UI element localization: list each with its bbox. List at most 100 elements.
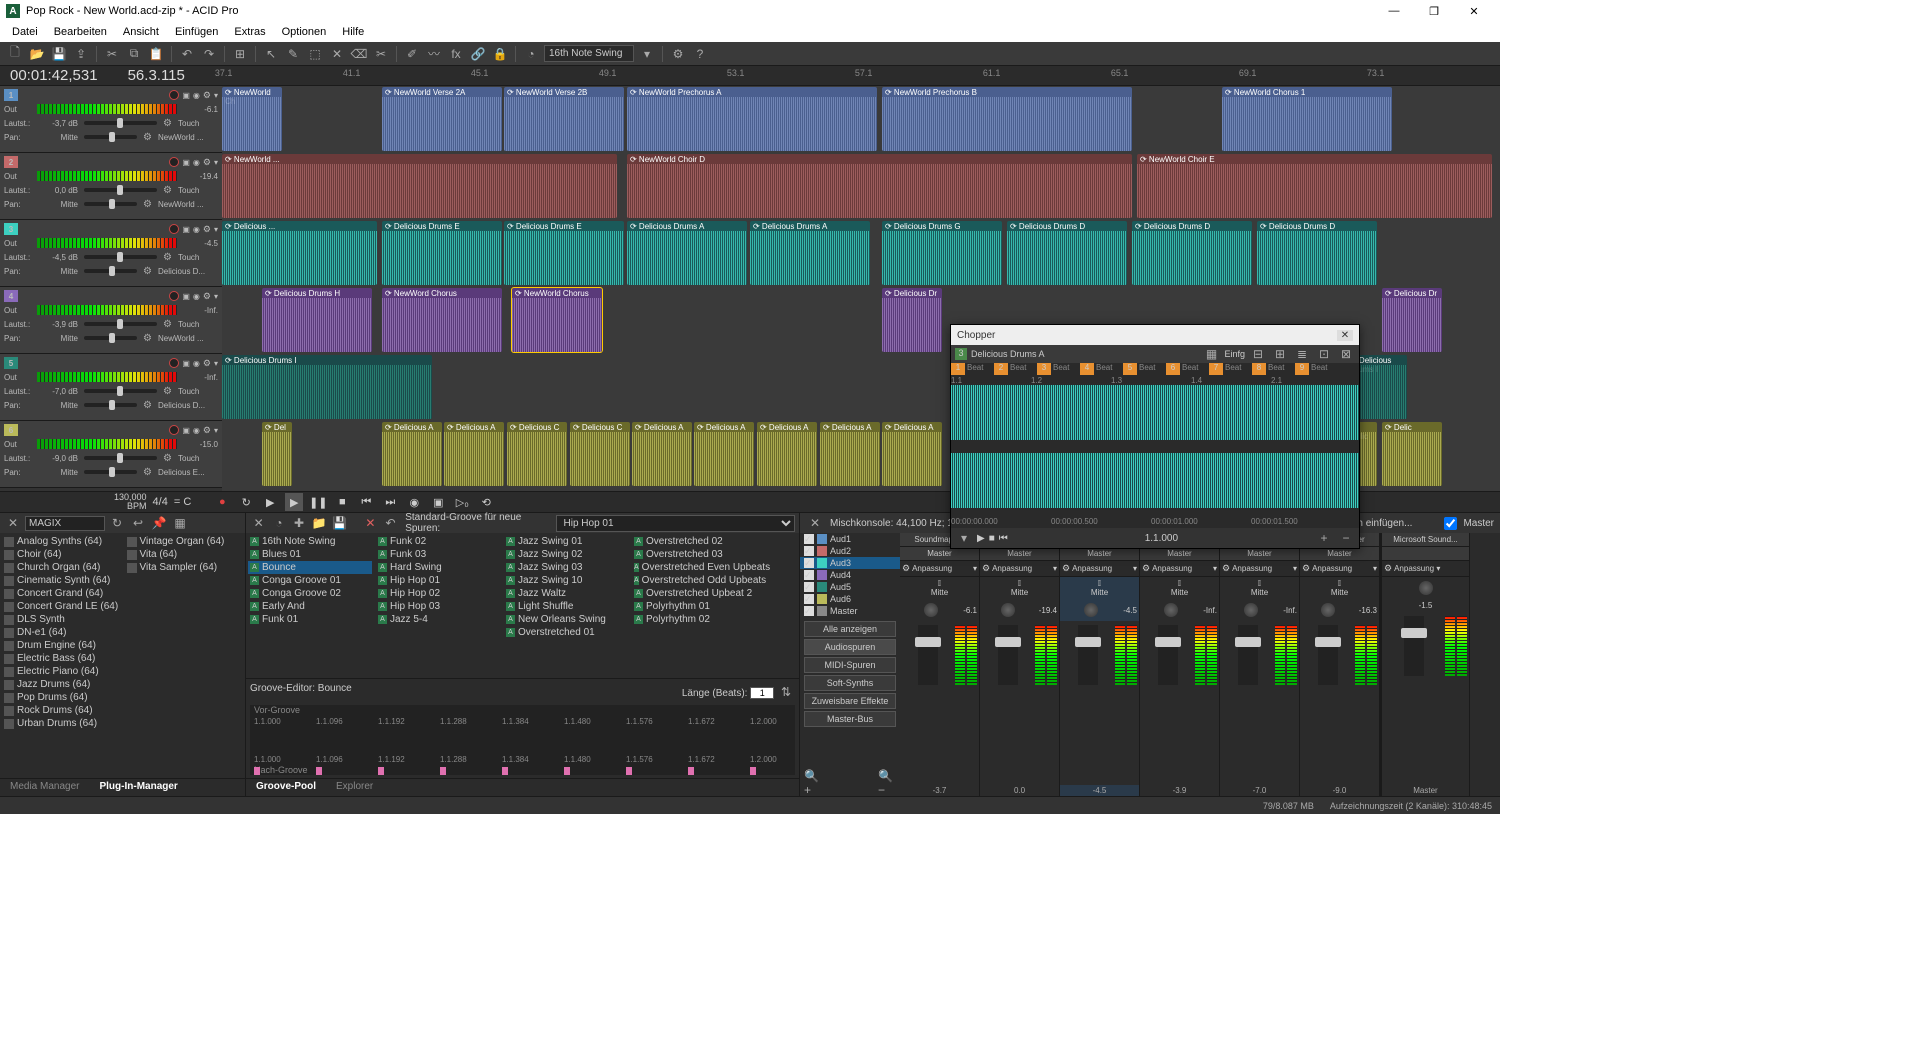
select-tool-icon[interactable]: ⬚ — [306, 45, 324, 63]
automation-mode[interactable]: Touch — [178, 387, 218, 396]
groove-item[interactable]: APolyrhythm 01 — [632, 600, 756, 613]
gear-icon[interactable]: ⚙ — [143, 132, 152, 143]
beat-marker[interactable]: 1 — [951, 363, 965, 375]
stop-record-button[interactable]: ▣ — [429, 493, 447, 511]
groove-icon[interactable]: ◔ — [270, 514, 287, 532]
automation-mode[interactable]: Touch — [178, 454, 218, 463]
close-button[interactable]: ✕ — [1454, 0, 1494, 22]
audio-clip[interactable]: ⟳ NewWorld Prechorus B — [882, 87, 1132, 151]
groove-item[interactable]: AFunk 03 — [376, 548, 500, 561]
close-panel-icon[interactable]: ✕ — [806, 514, 824, 532]
audio-clip[interactable]: ⟳ NewWorld Ch — [222, 87, 282, 151]
master-strip[interactable]: Microsoft Sound... ⚙Anpassung ▾ -1.5 Mas… — [1380, 533, 1470, 796]
stepper-icon[interactable]: ⇅ — [777, 683, 795, 701]
publish-icon[interactable]: ⇪ — [72, 45, 90, 63]
gear-icon[interactable]: ⚙ — [1302, 563, 1310, 574]
zoom-in-icon[interactable]: 🔍+ — [804, 774, 822, 792]
open-icon[interactable]: 📂 — [28, 45, 46, 63]
mixer-filter-button[interactable]: Zuweisbare Effekte — [804, 693, 896, 709]
gear-icon[interactable]: ⚙ — [203, 425, 211, 436]
audio-clip[interactable]: ⟳ Delicious Drums H — [262, 288, 372, 352]
menu-icon[interactable]: ▾ — [955, 529, 973, 547]
pin-icon[interactable]: 📌 — [150, 514, 168, 532]
undo-icon[interactable]: ↶ — [178, 45, 196, 63]
audio-clip[interactable]: ⟳ Delicious Drums I — [222, 355, 432, 419]
dropdown-icon[interactable]: ▾ — [214, 91, 218, 100]
gear-icon[interactable]: ⚙ — [143, 333, 152, 344]
pan-knob[interactable] — [1001, 603, 1015, 617]
audio-clip[interactable]: ⟳ NewWorld Prechorus A — [627, 87, 877, 151]
plugin-item[interactable]: Vita Sampler (64) — [125, 561, 244, 574]
panel-tab[interactable]: Groove-Pool — [246, 779, 326, 796]
record-arm-icon[interactable] — [169, 90, 179, 100]
audio-clip[interactable]: ⟳ Delicious Drums D — [1132, 221, 1252, 285]
delete-icon[interactable]: ✕ — [362, 514, 379, 532]
track-number[interactable]: 3 — [4, 223, 18, 235]
audio-clip[interactable]: ⟳ NewWorld Verse 2A — [382, 87, 502, 151]
mixer-track-item[interactable]: ✓Master — [800, 605, 900, 617]
bus-select[interactable]: Master — [980, 547, 1059, 561]
bus-select[interactable]: Master — [900, 547, 979, 561]
track-mute-icon[interactable]: ◉ — [193, 292, 200, 301]
record-arm-button[interactable]: ◉ — [405, 493, 423, 511]
audio-clip[interactable]: ⟳ Delicious Dr — [882, 288, 942, 352]
track-header-1[interactable]: 1 ▣ ◉ ⚙ ▾ Out-6.1 Lautst.:-3,7 dB⚙Touch … — [0, 86, 222, 153]
audio-clip[interactable]: ⟳ Delicious Drums E — [382, 221, 502, 285]
audio-clip[interactable]: ⟳ Delicious A — [882, 422, 942, 486]
groove-item[interactable]: AEarly And — [248, 600, 372, 613]
time-signature[interactable]: 4/4 — [153, 496, 168, 508]
checkbox-icon[interactable]: ✓ — [804, 546, 814, 556]
mixer-strip[interactable]: Soundmapper Master ⚙Anpassung ▾ 𝕀Mitte -… — [900, 533, 980, 796]
play-start-button[interactable]: ▶ — [261, 493, 279, 511]
mixer-track-item[interactable]: ✓Aud3 — [800, 557, 900, 569]
dropdown-icon[interactable]: ▾ — [214, 158, 218, 167]
gear-icon[interactable]: ⚙ — [1062, 563, 1070, 574]
groove-item[interactable]: AJazz Swing 01 — [504, 535, 628, 548]
audio-clip[interactable]: ⟳ Delicious A — [382, 422, 442, 486]
groove-item[interactable]: ABounce — [248, 561, 372, 574]
beat-marker[interactable]: 3 — [1037, 363, 1051, 375]
mixer-filter-button[interactable]: Soft-Synths — [804, 675, 896, 691]
groove-item[interactable]: AHip Hop 02 — [376, 587, 500, 600]
track-mute-icon[interactable]: ◉ — [193, 91, 200, 100]
pan-knob[interactable] — [1321, 603, 1335, 617]
pan-knob[interactable] — [1084, 603, 1098, 617]
panel-tab[interactable]: Plug-In-Manager — [89, 779, 187, 796]
snap-icon[interactable]: ⊞ — [231, 45, 249, 63]
track-header-6[interactable]: 6 ▣ ◉ ⚙ ▾ Out-15.0 Lautst.:-9,0 dB⚙Touch… — [0, 421, 222, 488]
split-tool-icon[interactable]: ✂ — [372, 45, 390, 63]
gear-icon[interactable]: ⚙ — [163, 319, 172, 330]
metronome-icon[interactable]: ◔ — [522, 45, 540, 63]
panel-tab[interactable]: Explorer — [326, 779, 383, 796]
volume-fader[interactable] — [1078, 625, 1098, 685]
plugin-item[interactable]: DN-e1 (64) — [2, 626, 121, 639]
track-fx-icon[interactable]: ▣ — [182, 225, 190, 234]
pan-knob[interactable] — [1244, 603, 1258, 617]
fx-select[interactable]: ⚙Anpassung ▾ — [1382, 561, 1469, 577]
mixer-strip[interactable]: Soundmapper Master ⚙Anpassung ▾ 𝕀Mitte -… — [980, 533, 1060, 796]
menu-einfügen[interactable]: Einfügen — [167, 24, 226, 40]
groove-item[interactable]: AJazz Swing 10 — [504, 574, 628, 587]
draw-tool-icon[interactable]: ✎ — [284, 45, 302, 63]
volume-fader[interactable] — [998, 625, 1018, 685]
vol-slider[interactable] — [84, 121, 157, 125]
groove-item[interactable]: ABlues 01 — [248, 548, 372, 561]
undo-icon[interactable]: ↶ — [382, 514, 399, 532]
gear-icon[interactable]: ⚙ — [163, 386, 172, 397]
tool1-icon[interactable]: ⊟ — [1249, 345, 1267, 363]
stop-button[interactable]: ■ — [333, 493, 351, 511]
track-fx-icon[interactable]: ▣ — [182, 91, 190, 100]
groove-marker[interactable] — [254, 767, 260, 775]
track-header-2[interactable]: 2 ▣ ◉ ⚙ ▾ Out-19.4 Lautst.:0,0 dB⚙Touch … — [0, 153, 222, 220]
menu-extras[interactable]: Extras — [226, 24, 273, 40]
volume-fader[interactable] — [918, 625, 938, 685]
plugin-item[interactable]: Choir (64) — [2, 548, 121, 561]
mixer-filter-button[interactable]: Master-Bus — [804, 711, 896, 727]
track-mute-icon[interactable]: ◉ — [193, 158, 200, 167]
groove-item[interactable]: AConga Groove 01 — [248, 574, 372, 587]
clip-name[interactable]: Delicious D... — [158, 267, 218, 276]
fx-select[interactable]: ⚙Anpassung ▾ — [980, 561, 1059, 577]
track-header-3[interactable]: 3 ▣ ◉ ⚙ ▾ Out-4.5 Lautst.:-4,5 dB⚙Touch … — [0, 220, 222, 287]
chopper-waveform[interactable]: 1Beat2Beat3Beat4Beat5Beat6Beat7Beat8Beat… — [951, 363, 1359, 528]
refresh-icon[interactable]: ↻ — [108, 514, 126, 532]
